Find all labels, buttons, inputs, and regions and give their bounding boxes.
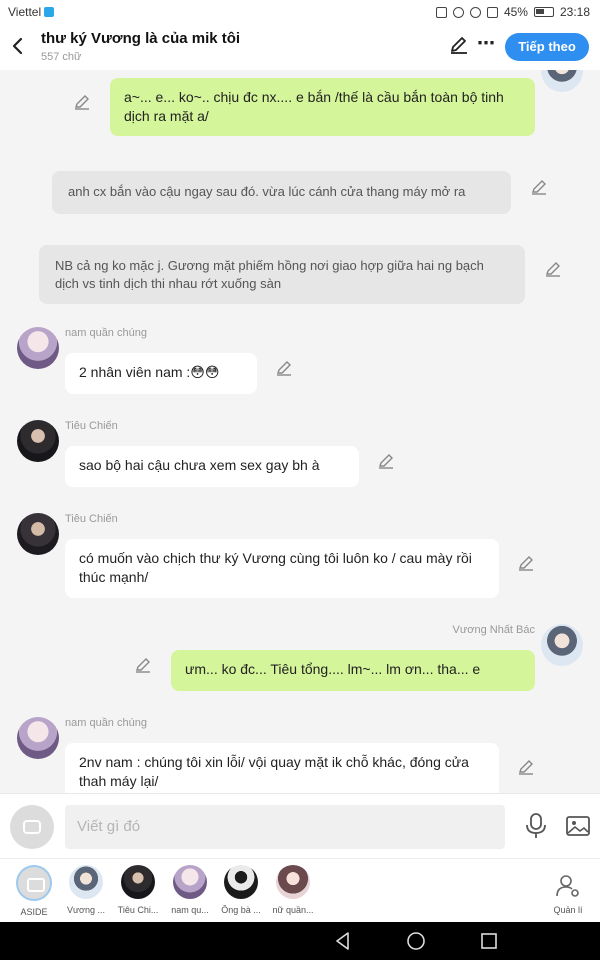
message-bubble-narration[interactable]: anh cx bắn vào cậu ngay sau đó. vừa lúc … bbox=[52, 171, 511, 214]
chat-header: thư ký Vương là của mik tôi 557 chữ ⋯ Ti… bbox=[0, 24, 600, 70]
message-bubble-incoming[interactable]: 2 nhân viên nam :😳😳 bbox=[65, 353, 257, 394]
message-text: 2 nhân viên nam :😳😳 bbox=[79, 364, 220, 380]
manage-characters-button[interactable]: Quản lí bbox=[548, 873, 588, 915]
message-text: anh cx bắn vào cậu ngay sau đó. vừa lúc … bbox=[68, 184, 466, 199]
status-icons: 45% 23:18 bbox=[435, 5, 590, 19]
next-button[interactable]: Tiếp theo bbox=[505, 33, 589, 61]
status-bar: Viettel 45% 23:18 bbox=[0, 0, 600, 24]
sim-icon bbox=[44, 7, 55, 17]
avatar bbox=[276, 865, 310, 899]
back-nav-icon[interactable] bbox=[332, 930, 354, 952]
edit-message-icon[interactable] bbox=[275, 359, 293, 377]
alarm-icon bbox=[452, 6, 464, 18]
home-nav-icon[interactable] bbox=[405, 930, 427, 952]
sender-name: Tiêu Chiến bbox=[65, 420, 118, 432]
chat-area[interactable]: a~... e... ko~.. chịu đc nx.... e bắn /t… bbox=[0, 70, 600, 793]
sender-name: nam quần chúng bbox=[65, 327, 147, 339]
microphone-icon[interactable] bbox=[524, 812, 548, 840]
message-bubble-incoming[interactable]: có muốn vào chịch thư ký Vương cùng tôi … bbox=[65, 539, 499, 598]
edit-title-button[interactable] bbox=[448, 34, 470, 56]
sender-name: Tiêu Chiến bbox=[65, 513, 118, 525]
composer: Viết gì đó bbox=[0, 793, 600, 857]
message-text: a~... e... ko~.. chịu đc nx.... e bắn /t… bbox=[124, 89, 504, 124]
avatar bbox=[173, 865, 207, 899]
back-button[interactable] bbox=[6, 32, 30, 60]
edit-message-icon[interactable] bbox=[73, 93, 91, 111]
character-label: Ông bà ... bbox=[221, 905, 261, 915]
edit-message-icon[interactable] bbox=[517, 554, 535, 572]
more-options-button[interactable]: ⋯ bbox=[476, 32, 496, 56]
edit-message-icon[interactable] bbox=[544, 260, 562, 278]
message-text: NB cả ng ko mặc j. Gương mặt phiếm hồng … bbox=[55, 258, 484, 291]
character-nu-quan-chung[interactable]: nữ quần... bbox=[268, 865, 318, 915]
message-text: 2nv nam : chúng tôi xin lỗi/ vội quay mặ… bbox=[79, 754, 469, 789]
message-bubble-outgoing[interactable]: a~... e... ko~.. chịu đc nx.... e bắn /t… bbox=[110, 78, 535, 136]
carrier-label: Viettel bbox=[8, 5, 55, 19]
avatar bbox=[121, 865, 155, 899]
avatar-tieu-chien[interactable] bbox=[17, 420, 59, 462]
edit-message-icon[interactable] bbox=[377, 452, 395, 470]
message-text: ưm... ko đc... Tiêu tổng.... lm~... lm ơ… bbox=[185, 661, 481, 677]
chat-bubble-icon bbox=[23, 820, 41, 834]
story-title: thư ký Vương là của mik tôi bbox=[41, 30, 241, 47]
more-icon: ⋯ bbox=[477, 33, 495, 53]
message-bubble-incoming[interactable]: 2nv nam : chúng tôi xin lỗi/ vội quay mặ… bbox=[65, 743, 499, 793]
message-bubble-outgoing[interactable]: ưm... ko đc... Tiêu tổng.... lm~... lm ơ… bbox=[171, 650, 535, 691]
character-aside[interactable]: ASIDE bbox=[9, 865, 59, 917]
message-text: có muốn vào chịch thư ký Vương cùng tôi … bbox=[79, 550, 472, 585]
vibrate-icon bbox=[435, 6, 447, 18]
character-ong-ba[interactable]: Ông bà ... bbox=[216, 865, 266, 915]
avatar-nam-quan-chung[interactable] bbox=[17, 717, 59, 759]
character-label: ASIDE bbox=[20, 907, 48, 917]
avatar-vuong-nhat-bac[interactable] bbox=[541, 70, 583, 92]
battery-icon bbox=[533, 7, 554, 17]
character-vuong[interactable]: Vương ... bbox=[61, 865, 111, 915]
system-nav-bar bbox=[0, 922, 600, 960]
character-label: nam qu... bbox=[171, 905, 209, 915]
character-nam-quan-chung[interactable]: nam qu... bbox=[165, 865, 215, 915]
avatar bbox=[69, 865, 103, 899]
avatar-tieu-chien[interactable] bbox=[17, 513, 59, 555]
message-input[interactable]: Viết gì đó bbox=[65, 805, 505, 849]
message-text: sao bộ hai cậu chưa xem sex gay bh à bbox=[79, 457, 320, 473]
pen-icon bbox=[451, 37, 467, 54]
character-label: nữ quần... bbox=[272, 905, 314, 915]
word-count: 557 chữ bbox=[41, 51, 82, 63]
signal-icon bbox=[486, 6, 498, 18]
aside-icon bbox=[16, 865, 52, 901]
carrier-text: Viettel bbox=[8, 5, 42, 19]
edit-message-icon[interactable] bbox=[134, 656, 152, 674]
aside-toggle-button[interactable] bbox=[10, 805, 54, 849]
avatar-nam-quan-chung[interactable] bbox=[17, 327, 59, 369]
wifi-icon bbox=[469, 6, 481, 18]
avatar-vuong-nhat-bac[interactable] bbox=[541, 624, 583, 666]
image-icon[interactable] bbox=[565, 814, 591, 838]
clock: 23:18 bbox=[559, 5, 590, 19]
recents-nav-icon[interactable] bbox=[478, 930, 500, 952]
edit-message-icon[interactable] bbox=[530, 178, 548, 196]
sender-name: nam quần chúng bbox=[65, 717, 147, 729]
character-label: Vương ... bbox=[67, 905, 105, 915]
manage-label: Quản lí bbox=[553, 905, 583, 915]
chevron-left-icon bbox=[12, 37, 23, 55]
battery-percent: 45% bbox=[503, 5, 528, 19]
message-bubble-incoming[interactable]: sao bộ hai cậu chưa xem sex gay bh à bbox=[65, 446, 359, 487]
message-bubble-narration[interactable]: NB cả ng ko mặc j. Gương mặt phiếm hồng … bbox=[39, 245, 525, 304]
user-settings-icon bbox=[556, 875, 579, 897]
character-bar: ASIDE Vương ... Tiêu Chi... nam qu... Ôn… bbox=[0, 858, 600, 922]
avatar bbox=[224, 865, 258, 899]
character-label: Tiêu Chi... bbox=[117, 905, 159, 915]
sender-name: Vương Nhất Bác bbox=[452, 624, 535, 636]
edit-message-icon[interactable] bbox=[517, 758, 535, 776]
character-tieu-chien[interactable]: Tiêu Chi... bbox=[113, 865, 163, 915]
